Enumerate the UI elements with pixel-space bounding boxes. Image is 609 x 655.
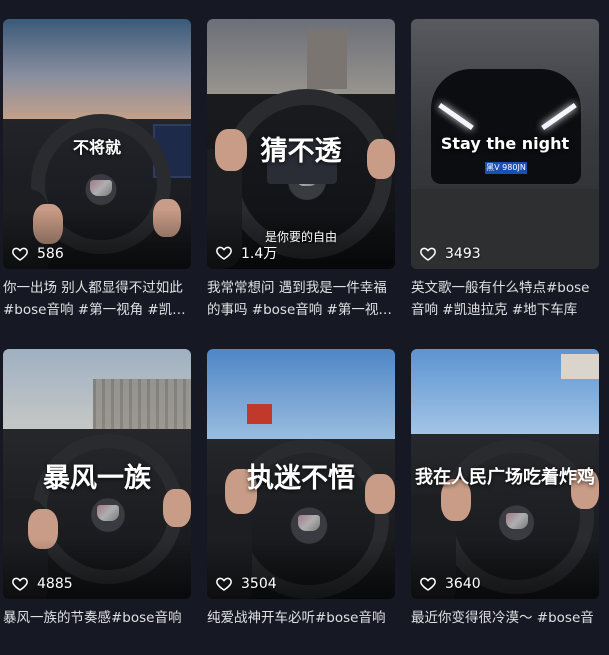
video-thumbnail[interactable]: 暴风一族 4885: [3, 349, 191, 599]
like-count-value: 586: [37, 246, 64, 262]
video-caption[interactable]: 我常常想问 遇到我是一件幸福的事吗 #bose音响 #第一视…: [207, 277, 395, 321]
video-caption[interactable]: 最近你变得很冷漠～ #bose音: [411, 607, 599, 651]
video-overlay-text: 猜不透: [260, 136, 342, 167]
video-card[interactable]: 猜不透 是你要的自由 1.4万 我常常想问 遇到我是一件幸福的事吗 #bose音…: [207, 19, 395, 321]
heart-outline-icon: [216, 246, 232, 260]
like-count: 3493: [419, 245, 481, 263]
video-thumbnail[interactable]: 执迷不悟 3504: [207, 349, 395, 599]
video-thumbnail[interactable]: 猜不透 是你要的自由 1.4万: [207, 19, 395, 269]
heart-outline-icon: [12, 247, 28, 261]
video-caption[interactable]: 纯爱战神开车必听#bose音响: [207, 607, 395, 651]
video-overlay-text: 我在人民广场吃着炸鸡: [415, 467, 595, 488]
like-count-value: 3493: [445, 246, 481, 262]
heart-outline-icon: [12, 577, 28, 591]
video-card[interactable]: 执迷不悟 3504 纯爱战神开车必听#bose音响: [207, 349, 395, 651]
video-thumbnail[interactable]: 不将就 586: [3, 19, 191, 269]
video-card[interactable]: 黑V 980JN Stay the night 3493 英文歌一般有什么特点#…: [411, 19, 599, 321]
video-thumbnail[interactable]: 我在人民广场吃着炸鸡 3640: [411, 349, 599, 599]
like-count: 4885: [11, 575, 73, 593]
like-count: 586: [11, 245, 64, 263]
like-count: 3640: [419, 575, 481, 593]
video-thumbnail[interactable]: 黑V 980JN Stay the night 3493: [411, 19, 599, 269]
like-count-value: 1.4万: [241, 246, 278, 262]
like-count: 3504: [215, 575, 277, 593]
like-count-value: 3504: [241, 576, 277, 592]
heart-outline-icon: [216, 577, 232, 591]
like-count-value: 3640: [445, 576, 481, 592]
video-caption[interactable]: 英文歌一般有什么特点#bose音响 #凯迪拉克 #地下车库: [411, 277, 599, 321]
video-overlay-text: 执迷不悟: [247, 463, 355, 494]
video-caption[interactable]: 你一出场 别人都显得不过如此 #bose音响 #第一视角 #凯…: [3, 277, 191, 321]
video-overlay-text: Stay the night: [440, 134, 570, 153]
video-card[interactable]: 不将就 586 你一出场 别人都显得不过如此 #bose音响 #第一视角 #凯…: [3, 19, 191, 321]
video-overlay-text: 暴风一族: [43, 463, 151, 494]
video-overlay-text: 不将就: [72, 138, 121, 157]
video-card[interactable]: 暴风一族 4885 暴风一族的节奏感#bose音响: [3, 349, 191, 651]
like-count: 1.4万: [215, 243, 277, 263]
heart-outline-icon: [420, 247, 436, 261]
like-count-value: 4885: [37, 576, 73, 592]
license-plate: 黑V 980JN: [485, 162, 527, 174]
video-card[interactable]: 我在人民广场吃着炸鸡 3640 最近你变得很冷漠～ #bose音: [411, 349, 599, 651]
heart-outline-icon: [420, 577, 436, 591]
video-caption[interactable]: 暴风一族的节奏感#bose音响: [3, 607, 191, 651]
